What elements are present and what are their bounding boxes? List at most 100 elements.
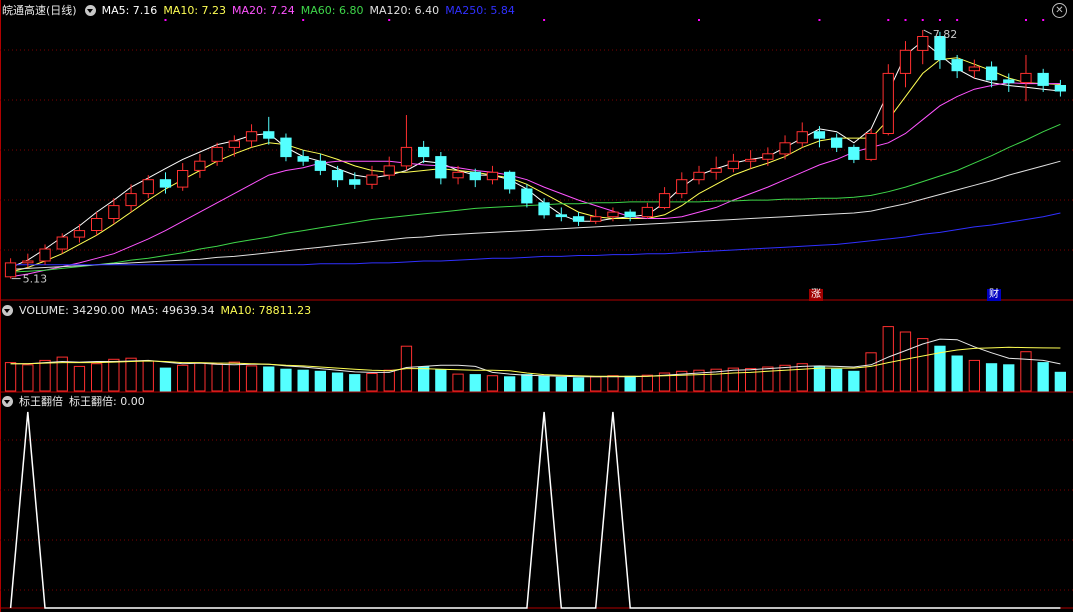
- volume-bar: [383, 369, 395, 392]
- ma-legend-item: MA60: 6.80: [300, 4, 364, 17]
- candle-body: [56, 236, 68, 250]
- signal-dot: [887, 19, 890, 21]
- signal-dot: [818, 19, 821, 21]
- candle: [418, 140, 430, 164]
- volume-bar: [177, 364, 189, 392]
- candle: [555, 207, 568, 222]
- candle-body: [297, 156, 309, 162]
- candle-body: [314, 160, 327, 171]
- event-mark-finance[interactable]: 财: [987, 289, 1001, 301]
- indicator-line: [9, 411, 1061, 609]
- candle-body: [280, 137, 292, 158]
- candle: [73, 224, 86, 243]
- event-mark-up[interactable]: 涨: [809, 289, 823, 301]
- signal-dot: [904, 19, 907, 21]
- candle-body: [831, 137, 843, 148]
- volume-bar: [521, 374, 533, 392]
- candle: [676, 172, 688, 199]
- volume-bar: [555, 376, 568, 392]
- ma-legend-item: MA120: 6.40: [369, 4, 440, 17]
- candle-body: [263, 131, 275, 139]
- volume-bar: [1020, 351, 1032, 392]
- dropdown-icon[interactable]: [2, 305, 13, 316]
- signal-dot: [302, 19, 305, 21]
- candle: [624, 209, 636, 222]
- candle: [1020, 54, 1032, 102]
- volume-bar: [73, 365, 86, 392]
- candle: [22, 253, 34, 268]
- candle-body: [641, 206, 654, 218]
- dropdown-icon[interactable]: [84, 5, 96, 16]
- dropdown-icon[interactable]: [2, 396, 13, 407]
- volume-bar: [727, 367, 740, 392]
- candle: [39, 244, 51, 265]
- volume-bar: [418, 366, 430, 392]
- volume-bar: [917, 338, 929, 392]
- candle-body: [572, 216, 585, 222]
- candle-body: [779, 142, 791, 155]
- volume-bar: [779, 364, 791, 392]
- candle-body: [331, 170, 344, 181]
- candle-body: [418, 146, 430, 158]
- volume-bar: [985, 363, 998, 392]
- ma-legend-item: MA10: 7.23: [163, 4, 227, 17]
- candle: [572, 212, 585, 226]
- candle: [899, 41, 912, 88]
- candle-body: [142, 179, 154, 195]
- indicator-panel-header: 标王翻倍 标王翻倍: 0.00: [2, 394, 151, 410]
- volume-bar: [504, 376, 516, 392]
- candle-body: [159, 179, 172, 188]
- candle: [796, 122, 808, 148]
- candle-body: [762, 153, 774, 160]
- ma-legend-item: MA250: 5.84: [445, 4, 515, 17]
- volume-bar: [125, 357, 137, 392]
- candle: [779, 135, 791, 160]
- volume-bar: [486, 375, 499, 392]
- volume-bar: [91, 363, 103, 392]
- candle: [1054, 79, 1066, 97]
- volume-ma10: MA10: 78811.23: [220, 304, 312, 317]
- ma-legend: MA5: 7.16 MA10: 7.23 MA20: 7.24 MA60: 6.80 M…: [102, 4, 521, 17]
- volume-bar: [435, 369, 447, 392]
- volume-bar: [22, 364, 34, 392]
- candle: [349, 172, 361, 189]
- volume-bar: [142, 360, 154, 392]
- volume-bar: [624, 375, 636, 392]
- candle: [142, 175, 154, 199]
- candle: [245, 124, 258, 148]
- volume-bar: [349, 374, 361, 392]
- candle-body: [245, 131, 258, 142]
- candle: [435, 152, 447, 185]
- candle: [228, 135, 240, 157]
- ma-line-ma5: [10, 40, 1061, 268]
- candle: [400, 115, 413, 171]
- price-candles: [4, 30, 1066, 279]
- ma-line-ma120: [10, 160, 1061, 270]
- indicator-name: 标王翻倍: [19, 395, 63, 408]
- volume-bar: [280, 368, 292, 392]
- low-price-label: 5.13: [23, 273, 48, 286]
- candle-body: [813, 131, 826, 139]
- high-pointer: [923, 29, 932, 35]
- volume-bar: [194, 362, 206, 392]
- candle: [865, 128, 877, 162]
- volume-bar: [951, 355, 963, 392]
- signal-dot: [956, 19, 959, 21]
- candle-body: [968, 66, 981, 72]
- volume-bar: [968, 359, 981, 392]
- candle-body: [693, 171, 705, 181]
- volume-bar: [590, 376, 602, 392]
- candle: [641, 202, 654, 219]
- candle-body: [469, 171, 481, 181]
- candle-body: [73, 230, 86, 238]
- volume-bar: [331, 372, 344, 392]
- candle-body: [1003, 79, 1015, 84]
- candle: [486, 165, 499, 185]
- volume-bar: [366, 373, 378, 392]
- volume-bar: [641, 374, 654, 392]
- close-icon[interactable]: ✕: [1052, 3, 1067, 18]
- candle: [917, 30, 929, 65]
- candle: [521, 184, 533, 208]
- candle: [331, 165, 344, 188]
- candle-body: [1054, 85, 1066, 92]
